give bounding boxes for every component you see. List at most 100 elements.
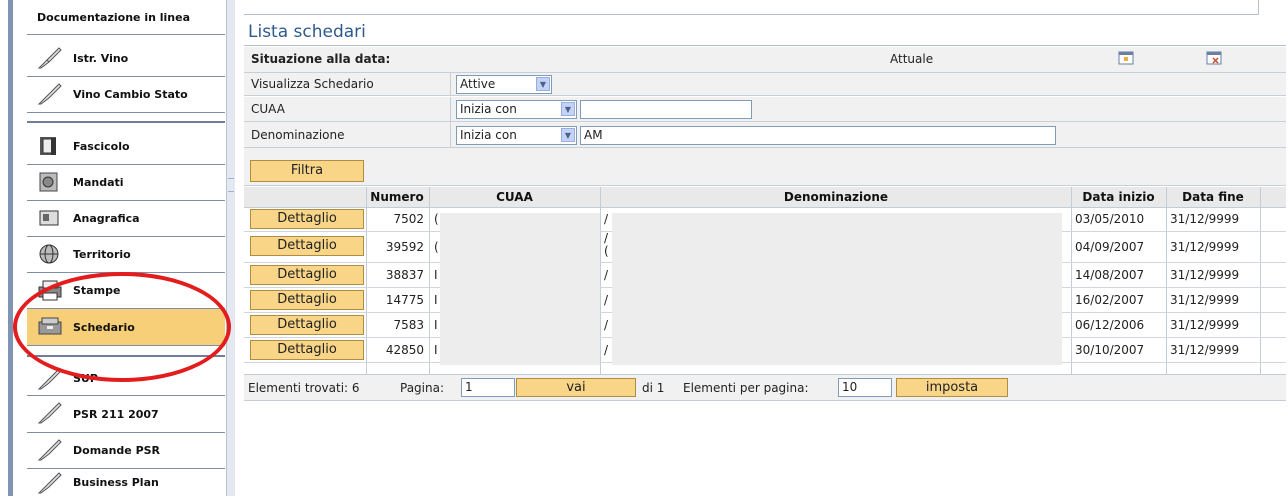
sidebar-item-label: Fascicolo <box>73 140 130 153</box>
situazione-label: Situazione alla data: <box>251 52 391 66</box>
cell-numero: 38837 <box>385 268 424 282</box>
cell-numero: 7583 <box>393 318 424 332</box>
sidebar-item-domande-psr[interactable]: Domande PSR <box>27 433 225 469</box>
cell-data-inizio: 14/08/2007 <box>1075 268 1145 282</box>
page-input[interactable]: 1 <box>461 378 515 397</box>
sidebar-item-label: Documentazione in linea <box>37 10 191 24</box>
sidebar-item-label: Mandati <box>73 176 124 189</box>
cell-cuaa: ( <box>434 240 439 254</box>
cell-data-fine: 31/12/9999 <box>1170 268 1240 282</box>
cell-denominazione: / <box>604 343 609 357</box>
folder-icon <box>37 134 61 158</box>
cell-denominazione: / <box>604 318 609 332</box>
cell-data-fine: 31/12/9999 <box>1170 212 1240 226</box>
cell-cuaa: I <box>434 318 438 332</box>
sidebar-item-vino-cambio-stato[interactable]: Vino Cambio Stato <box>27 77 225 113</box>
cuaa-label: CUAA <box>251 102 285 116</box>
sidebar-item-psr-211-2007[interactable]: PSR 211 2007 <box>27 396 225 433</box>
header-data-fine: Data fine <box>1182 190 1244 204</box>
situazione-row: Situazione alla data: Attuale <box>244 47 1286 73</box>
denominazione-input-value: AM <box>584 128 603 142</box>
sidebar-item-anagrafica[interactable]: Anagrafica <box>27 201 225 237</box>
title-underline <box>244 45 1286 46</box>
quill-icon <box>37 82 62 106</box>
per-page-label: Elementi per pagina: <box>683 381 809 395</box>
filtra-button[interactable]: Filtra <box>250 160 364 182</box>
sidebar-item-label: Territorio <box>73 248 131 261</box>
dettaglio-button[interactable]: Dettaglio <box>250 340 364 360</box>
sidebar-item-label: PSR 211 2007 <box>73 407 159 421</box>
top-frame <box>244 0 1259 15</box>
divider <box>450 97 451 121</box>
quill-icon <box>37 401 62 425</box>
cuaa-mode-select[interactable]: Inizia con ▼ <box>456 100 577 119</box>
redacted-cuaa <box>440 213 600 365</box>
filtra-row: Filtra <box>244 148 1286 186</box>
chevron-down-icon[interactable]: ▼ <box>561 102 575 116</box>
sidebar-item-label: Istr. Vino <box>73 52 129 65</box>
cell-numero: 7502 <box>393 212 424 226</box>
dettaglio-button[interactable]: Dettaglio <box>250 236 364 256</box>
situazione-value: Attuale <box>890 52 934 66</box>
calendar-clear-icon[interactable] <box>1206 51 1222 68</box>
cell-cuaa: I <box>434 343 438 357</box>
header-data-inizio: Data inizio <box>1082 190 1155 204</box>
cell-denominazione: / <box>604 293 609 307</box>
calendar-icon[interactable] <box>1118 51 1134 68</box>
denominazione-row: Denominazione Inizia con ▼ AM <box>244 122 1286 148</box>
redacted-denominazione <box>612 213 1062 365</box>
page-input-value: 1 <box>465 380 473 394</box>
sidebar-item-territorio[interactable]: Territorio <box>27 237 225 273</box>
denominazione-input[interactable]: AM <box>580 126 1056 145</box>
dettaglio-button[interactable]: Dettaglio <box>250 209 364 229</box>
per-page-input[interactable]: 10 <box>838 378 892 397</box>
sidebar-item-label: Anagrafica <box>73 212 140 225</box>
quill-icon <box>37 46 62 70</box>
header-cuaa: CUAA <box>496 190 533 204</box>
visualizza-row: Visualizza Schedario Attive ▼ <box>244 73 1286 96</box>
cuaa-row: CUAA Inizia con ▼ <box>244 97 1286 122</box>
divider <box>450 122 451 147</box>
denominazione-mode-value: Inizia con <box>460 128 517 142</box>
id-card-icon <box>37 206 61 230</box>
dettaglio-button[interactable]: Dettaglio <box>250 290 364 310</box>
cell-denominazione: / <box>604 268 609 282</box>
quill-icon <box>37 438 62 462</box>
pagination-bar: Elementi trovati: 6 Pagina: 1 vai di 1 E… <box>244 374 1286 401</box>
vai-button[interactable]: vai <box>516 378 636 397</box>
sidebar-item-fascicolo[interactable]: Fascicolo <box>27 129 225 165</box>
chevron-down-icon[interactable]: ▼ <box>536 77 550 91</box>
cell-data-inizio: 16/02/2007 <box>1075 293 1145 307</box>
visualizza-select-value: Attive <box>460 77 496 91</box>
cuaa-input[interactable] <box>580 100 752 119</box>
cell-cuaa: I <box>434 293 438 307</box>
cuaa-mode-value: Inizia con <box>460 102 517 116</box>
globe-icon <box>37 242 61 266</box>
cell-data-fine: 31/12/9999 <box>1170 318 1240 332</box>
sidebar: Documentazione in linea Istr. Vino Vino … <box>0 0 235 496</box>
cell-data-fine: 31/12/9999 <box>1170 343 1240 357</box>
cell-denominazione: / <box>604 212 609 226</box>
visualizza-select[interactable]: Attive ▼ <box>456 75 552 94</box>
sidebar-separator <box>27 121 225 123</box>
sidebar-scrollbar[interactable] <box>226 0 235 496</box>
dettaglio-button[interactable]: Dettaglio <box>250 315 364 335</box>
cell-numero: 14775 <box>385 293 424 307</box>
chevron-down-icon[interactable]: ▼ <box>561 128 575 142</box>
denominazione-label: Denominazione <box>251 128 345 142</box>
sidebar-item-mandati[interactable]: Mandati <box>27 165 225 201</box>
sidebar-item-istr-vino[interactable]: Istr. Vino <box>27 41 225 77</box>
cell-data-inizio: 04/09/2007 <box>1075 240 1145 254</box>
denominazione-mode-select[interactable]: Inizia con ▼ <box>456 126 577 145</box>
sidebar-item-documentazione[interactable]: Documentazione in linea <box>27 0 225 35</box>
header-denominazione: Denominazione <box>783 190 889 204</box>
imposta-button[interactable]: imposta <box>896 378 1008 397</box>
sidebar-item-label: Business Plan <box>73 476 159 489</box>
scrollbar-grip[interactable] <box>228 178 234 192</box>
quill-icon <box>37 471 62 495</box>
cell-cuaa: I <box>434 268 438 282</box>
elementi-trovati: Elementi trovati: 6 <box>248 381 360 395</box>
sidebar-item-business-plan[interactable]: Business Plan <box>27 469 225 496</box>
dettaglio-button[interactable]: Dettaglio <box>250 265 364 285</box>
cell-data-fine: 31/12/9999 <box>1170 293 1240 307</box>
